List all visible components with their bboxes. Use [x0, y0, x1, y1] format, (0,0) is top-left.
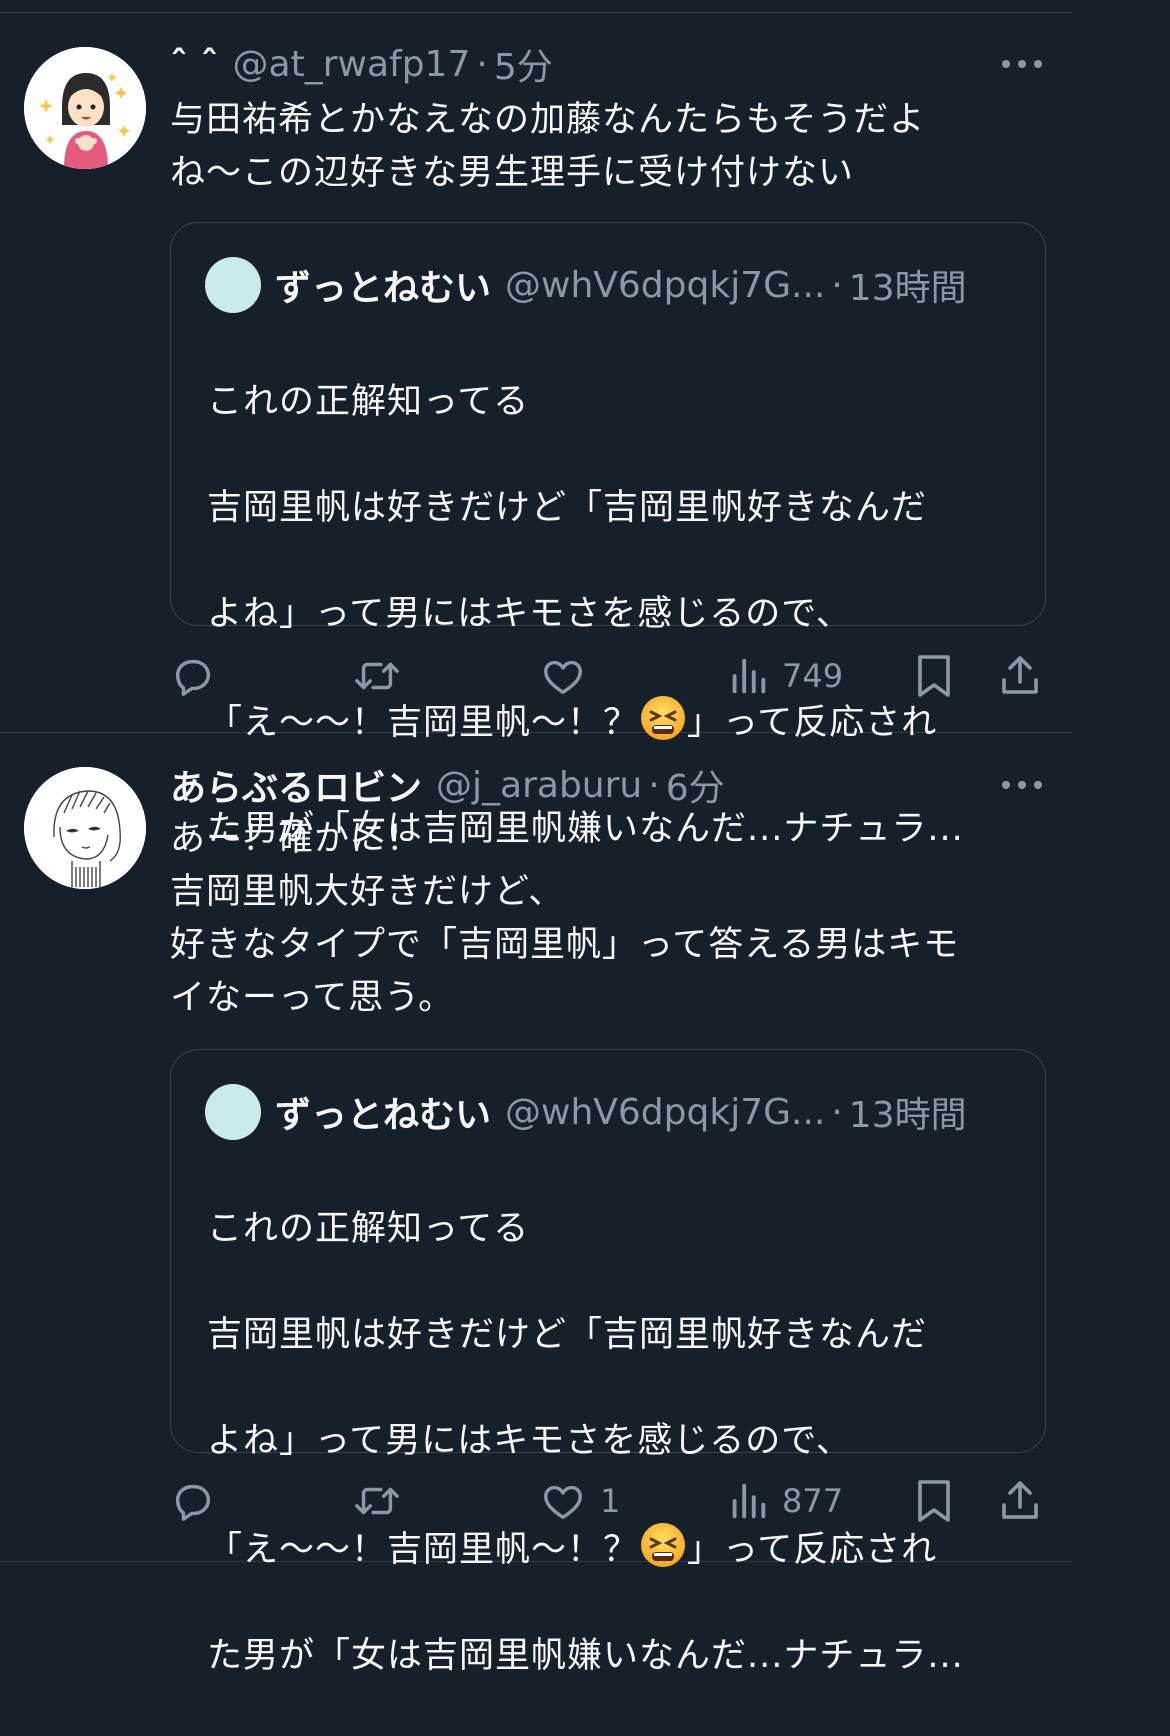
- quoted-avatar: [205, 1084, 261, 1140]
- timestamp[interactable]: 6分: [666, 759, 725, 811]
- bookmark-icon: [918, 655, 950, 697]
- like-button[interactable]: 1: [540, 1471, 620, 1531]
- view-count: 877: [782, 1482, 844, 1520]
- quoted-line-part: 」って反応され: [687, 1530, 938, 1570]
- bookmark-button[interactable]: [914, 1471, 954, 1531]
- quoted-tweet-text: これの正解知ってる 吉岡里帆は好きだけど「吉岡里帆好きなんだ よね」って男にはキ…: [207, 1150, 1017, 1736]
- share-icon: [1002, 1481, 1038, 1519]
- views-button[interactable]: 877: [728, 1471, 843, 1531]
- avatar[interactable]: [24, 767, 146, 889]
- reply-button[interactable]: [170, 646, 216, 706]
- quoted-timestamp: 13時間: [848, 268, 967, 309]
- quoted-tweet[interactable]: ずっとねむい @whV6dpqkj7G... · 13時間 これの正解知ってる …: [170, 1049, 1046, 1676]
- reply-button[interactable]: [170, 1471, 216, 1531]
- retweet-icon: [355, 1487, 399, 1515]
- quoted-display-name: ずっとねむい: [275, 268, 492, 309]
- quoted-tweet-header: ずっとねむい @whV6dpqkj7G... · 13時間: [205, 1084, 967, 1140]
- separator-dot: ·: [476, 43, 488, 85]
- quoted-line: た男が「女は吉岡里帆嫌いなんだ...ナチュラ...: [207, 1636, 964, 1676]
- separator-dot: ·: [831, 1091, 843, 1133]
- tweet-header: あらぶるロビン @j_araburu · 6分: [170, 753, 725, 817]
- quoted-tweet[interactable]: ずっとねむい @whV6dpqkj7G... · 13時間 これの正解知ってる …: [170, 222, 1046, 849]
- quoted-user-handle: @whV6dpqkj7G...: [505, 264, 826, 306]
- quoted-display-name: ずっとねむい: [275, 1095, 492, 1136]
- user-handle[interactable]: @j_araburu: [436, 765, 642, 806]
- share-icon: [1002, 656, 1038, 694]
- quoted-line: 吉岡里帆は好きだけど「吉岡里帆好きなんだ: [207, 1315, 928, 1355]
- separator-dot: ·: [648, 764, 660, 806]
- like-count: 1: [600, 1482, 621, 1520]
- share-button[interactable]: [998, 1471, 1042, 1531]
- quoted-avatar: [205, 257, 261, 313]
- quoted-line: これの正解知ってる: [207, 382, 530, 422]
- timestamp[interactable]: 5分: [494, 38, 553, 90]
- more-icon[interactable]: [1002, 56, 1042, 72]
- quoted-line-part: 「え〜〜！吉岡里帆〜！？: [207, 1530, 640, 1570]
- tweet[interactable]: ˆ ˆ @at_rwafp17 · 5分 与田祐希とかなえなの加藤なんたらもそう…: [0, 14, 1072, 849]
- view-count: 749: [782, 657, 844, 695]
- display-name[interactable]: ˆ ˆ: [170, 44, 219, 85]
- tweet[interactable]: あらぶるロビン @j_araburu · 6分 あー！確かに！ 吉岡里帆大好きだ…: [0, 733, 1072, 1676]
- tweet-header: ˆ ˆ @at_rwafp17 · 5分: [170, 32, 553, 96]
- quoted-user-handle: @whV6dpqkj7G...: [505, 1091, 826, 1133]
- share-button[interactable]: [998, 646, 1042, 706]
- quoted-line: これの正解知ってる: [207, 1209, 530, 1249]
- views-button[interactable]: 749: [728, 646, 843, 706]
- like-icon: [544, 1485, 582, 1520]
- user-handle[interactable]: @at_rwafp17: [233, 44, 471, 85]
- views-icon: [732, 658, 766, 694]
- retweet-icon: [355, 662, 399, 690]
- separator-dot: ·: [831, 264, 843, 306]
- girl-avatar-illustration: [24, 47, 146, 169]
- retweet-button[interactable]: [352, 1471, 402, 1531]
- like-button[interactable]: [540, 646, 600, 706]
- bookmark-icon: [918, 1480, 950, 1522]
- avatar[interactable]: [24, 47, 146, 169]
- tweet-actions: 1 877: [170, 1471, 1050, 1531]
- quoted-timestamp: 13時間: [848, 1095, 967, 1136]
- quoted-line: よね」って男にはキモさを感じるので、: [207, 1421, 852, 1461]
- reply-icon: [175, 1484, 211, 1521]
- tweet-text: 与田祐希とかなえなの加藤なんたらもそうだよ ね〜この辺好きな男生理手に受け付けな…: [170, 100, 926, 193]
- quoted-line: 吉岡里帆は好きだけど「吉岡里帆好きなんだ: [207, 488, 928, 528]
- top-divider: [0, 12, 1072, 13]
- reply-icon: [175, 659, 211, 696]
- more-icon[interactable]: [1002, 777, 1042, 793]
- sketch-avatar-illustration: [24, 767, 146, 889]
- tweet-text: あー！確かに！ 吉岡里帆大好きだけど、 好きなタイプで「吉岡里帆」って答える男は…: [170, 819, 960, 1018]
- tweet-actions: 749: [170, 646, 1050, 706]
- retweet-button[interactable]: [352, 646, 402, 706]
- like-icon: [544, 660, 582, 695]
- quoted-tweet-header: ずっとねむい @whV6dpqkj7G... · 13時間: [205, 257, 967, 313]
- display-name[interactable]: あらぶるロビン: [170, 759, 422, 811]
- quoted-line: よね」って男にはキモさを感じるので、: [207, 594, 852, 634]
- bookmark-button[interactable]: [914, 646, 954, 706]
- views-icon: [732, 1483, 766, 1519]
